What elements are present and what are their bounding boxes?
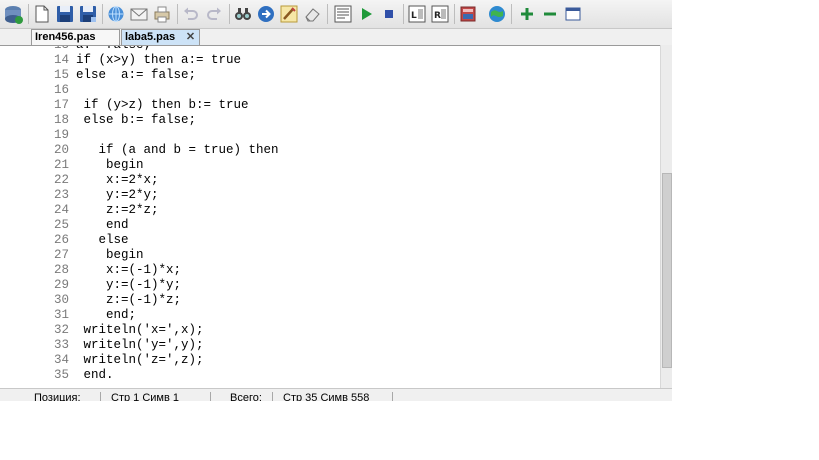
tab-iren456[interactable]: Iren456.pas xyxy=(31,29,120,45)
total-label: Всего: xyxy=(230,392,262,402)
line-number: 33 xyxy=(53,338,69,352)
code-line[interactable]: end xyxy=(76,218,129,233)
code-line[interactable]: a:= false; xyxy=(76,46,151,53)
svg-text:R: R xyxy=(434,11,441,21)
line-number: 26 xyxy=(53,233,69,247)
code-line[interactable]: else a:= false; xyxy=(76,68,196,83)
eraser-icon[interactable] xyxy=(303,5,321,23)
replace-icon[interactable] xyxy=(280,5,298,23)
line-number: 19 xyxy=(53,128,69,142)
line-number: 30 xyxy=(53,293,69,307)
line-number: 28 xyxy=(53,263,69,277)
code-line[interactable]: end; xyxy=(76,308,136,323)
code-line[interactable]: else xyxy=(76,233,129,248)
line-number: 24 xyxy=(53,203,69,217)
code-line[interactable]: y:=2*y; xyxy=(76,188,159,203)
line-number: 13 xyxy=(53,45,69,52)
fullscreen-icon[interactable] xyxy=(564,5,582,23)
status-separator xyxy=(100,392,101,401)
run-parameters-icon[interactable]: R xyxy=(431,5,449,23)
console-icon[interactable]: L xyxy=(408,5,426,23)
line-number: 15 xyxy=(53,68,69,82)
open-internet-icon[interactable] xyxy=(107,5,125,23)
stop-icon[interactable] xyxy=(380,5,398,23)
tab-label: laba5.pas xyxy=(125,31,176,43)
toolbar-separator xyxy=(229,4,230,24)
code-line[interactable]: z:=2*z; xyxy=(76,203,159,218)
position-label: Позиция: xyxy=(34,392,81,402)
line-number: 21 xyxy=(53,158,69,172)
total-value: Стр 35 Симв 558 xyxy=(283,392,370,402)
save-icon[interactable] xyxy=(56,5,74,23)
help-book-icon[interactable] xyxy=(459,5,477,23)
toolbar-separator xyxy=(28,4,29,24)
tab-laba5[interactable]: laba5.pas ✕ xyxy=(121,29,200,45)
line-number: 31 xyxy=(53,308,69,322)
print-icon[interactable] xyxy=(153,5,171,23)
code-line[interactable]: if (y>z) then b:= true xyxy=(76,98,249,113)
globe-icon[interactable] xyxy=(488,5,506,23)
line-number: 16 xyxy=(53,83,69,97)
line-number: 32 xyxy=(53,323,69,337)
line-number: 23 xyxy=(53,188,69,202)
code-line[interactable]: writeln('z=',z); xyxy=(76,353,204,368)
code-line[interactable]: if (x>y) then a:= true xyxy=(76,53,241,68)
status-bar: Позиция: Стр 1 Симв 1 Всего: Стр 35 Симв… xyxy=(0,388,672,401)
app-logo-icon xyxy=(2,3,24,25)
svg-text:L: L xyxy=(411,11,417,21)
toolbar-separator xyxy=(327,4,328,24)
code-line[interactable]: writeln('y=',y); xyxy=(76,338,204,353)
position-value: Стр 1 Симв 1 xyxy=(111,392,179,402)
redo-icon[interactable] xyxy=(205,5,223,23)
run-icon[interactable] xyxy=(357,5,375,23)
new-file-icon[interactable] xyxy=(33,5,51,23)
toolbar-separator xyxy=(454,4,455,24)
code-line[interactable]: begin xyxy=(76,158,144,173)
code-line[interactable]: x:=2*x; xyxy=(76,173,159,188)
toolbar-separator xyxy=(511,4,512,24)
find-icon[interactable] xyxy=(234,5,252,23)
code-line[interactable]: x:=(-1)*x; xyxy=(76,263,181,278)
line-number: 20 xyxy=(53,143,69,157)
status-separator xyxy=(272,392,273,401)
tab-bar: Iren456.pas laba5.pas ✕ xyxy=(0,29,672,45)
code-line[interactable]: y:=(-1)*y; xyxy=(76,278,181,293)
tab-label: Iren456.pas xyxy=(35,31,96,43)
code-line[interactable]: z:=(-1)*z; xyxy=(76,293,181,308)
close-icon[interactable]: ✕ xyxy=(185,32,196,43)
toolbar: L R xyxy=(0,0,672,29)
code-editor[interactable]: 13 14 15 16 17 18 19 20 21 22 23 24 25 26 27 28 29 30 31 32… xyxy=(0,45,672,389)
line-number: 14 xyxy=(53,53,69,67)
vertical-scrollbar[interactable] xyxy=(660,45,672,388)
line-number: 22 xyxy=(53,173,69,187)
line-number: 17 xyxy=(53,98,69,112)
find-next-icon[interactable] xyxy=(257,5,275,23)
line-number: 29 xyxy=(53,278,69,292)
save-all-icon[interactable] xyxy=(79,5,97,23)
zoom-out-icon[interactable] xyxy=(541,5,559,23)
compile-icon[interactable] xyxy=(334,5,352,23)
code-line[interactable]: if (a and b = true) then xyxy=(76,143,279,158)
line-number-gutter: 13 14 15 16 17 18 19 20 21 22 23 24 25 26 27 28 29 30 31 32… xyxy=(0,46,75,389)
line-number: 27 xyxy=(53,248,69,262)
undo-icon[interactable] xyxy=(182,5,200,23)
line-number: 34 xyxy=(53,353,69,367)
ide-window: L R Iren456.pas laba5.pas ✕ 13 14 15 16 … xyxy=(0,0,672,401)
line-number: 25 xyxy=(53,218,69,232)
code-line[interactable]: writeln('x=',x); xyxy=(76,323,204,338)
toolbar-separator xyxy=(403,4,404,24)
line-number: 18 xyxy=(53,113,69,127)
zoom-in-icon[interactable] xyxy=(518,5,536,23)
code-line[interactable]: end. xyxy=(76,368,114,383)
toolbar-separator xyxy=(102,4,103,24)
toolbar-separator xyxy=(177,4,178,24)
status-separator xyxy=(210,392,211,401)
code-line[interactable]: else b:= false; xyxy=(76,113,197,128)
mail-icon[interactable] xyxy=(130,5,148,23)
scrollbar-thumb[interactable] xyxy=(662,173,672,368)
line-number: 35 xyxy=(53,368,69,382)
code-line[interactable]: begin xyxy=(76,248,144,263)
status-separator xyxy=(392,392,393,401)
